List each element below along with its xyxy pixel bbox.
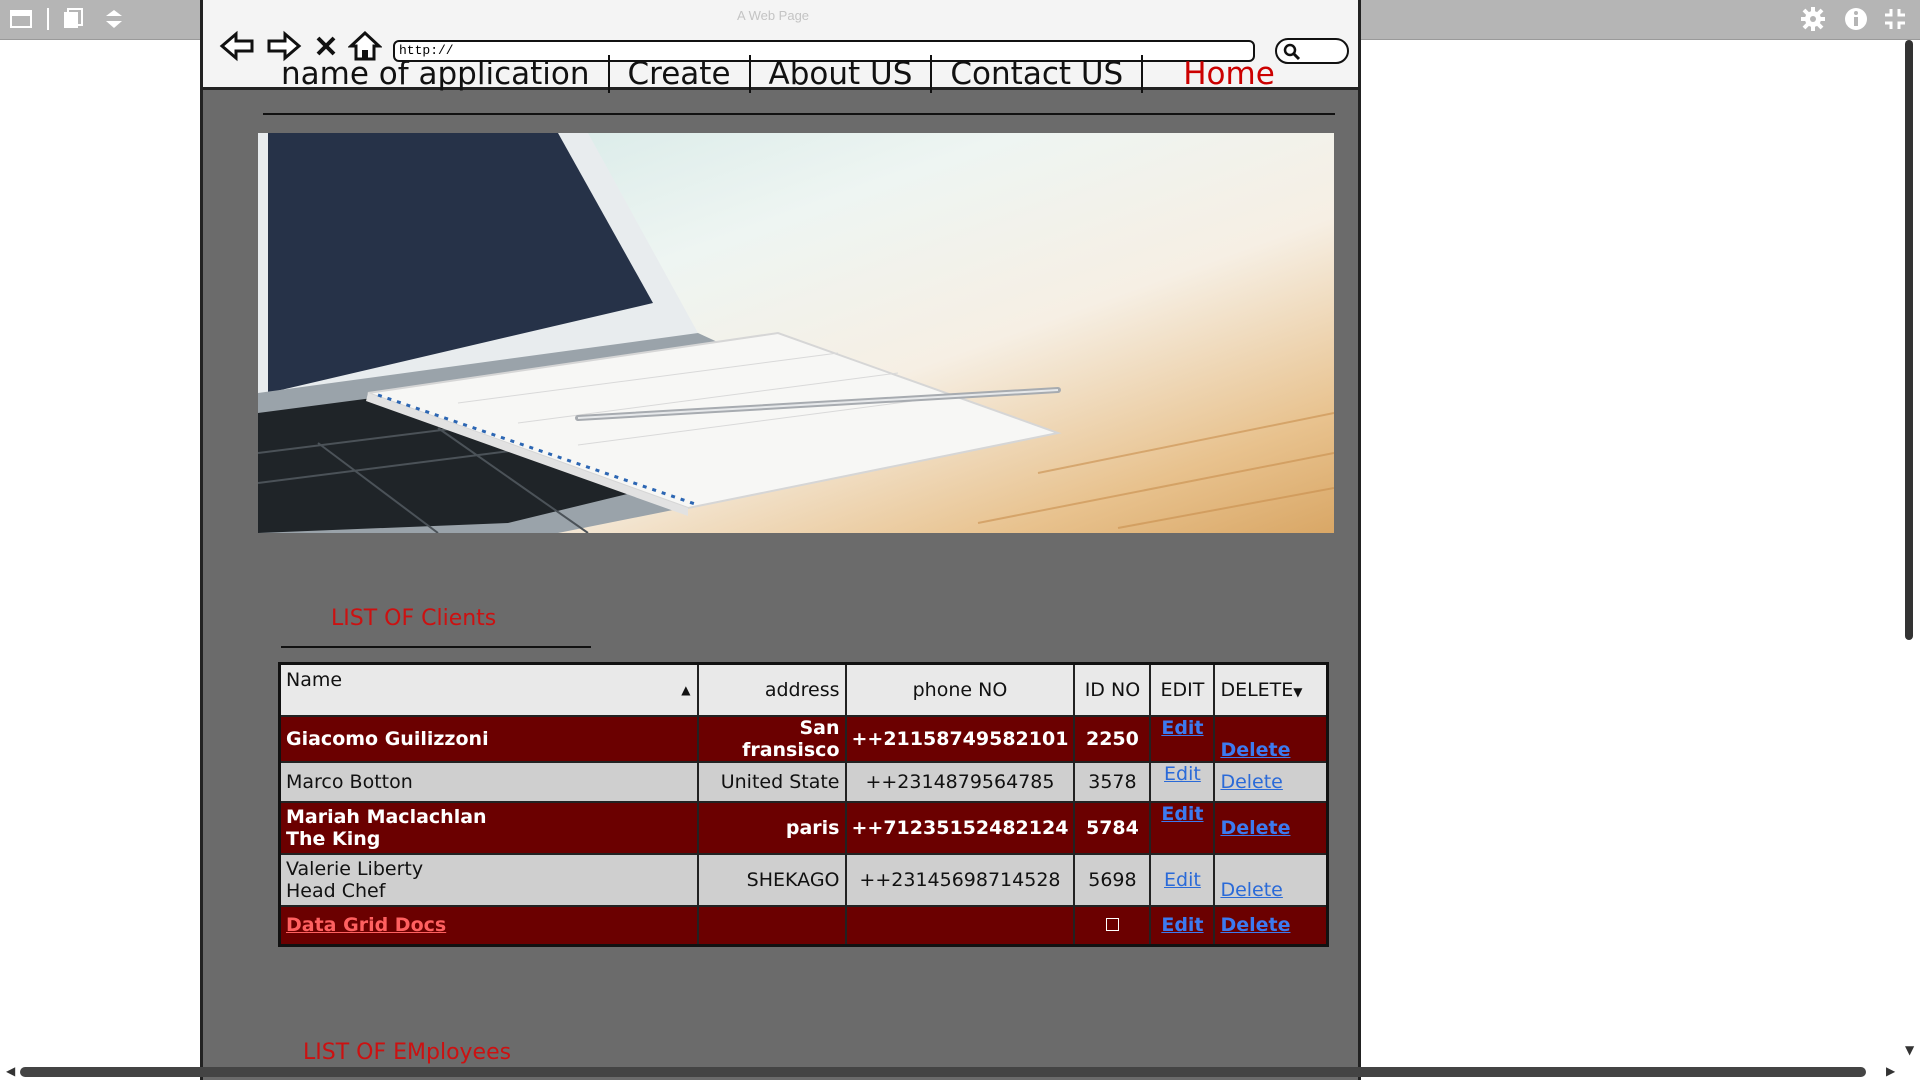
info-icon[interactable] bbox=[1843, 6, 1869, 32]
cell-address: San fransisco bbox=[696, 714, 847, 763]
col-address-header[interactable]: address bbox=[696, 662, 847, 717]
web-page-mockup: A Web Page http:// name of application C… bbox=[200, 0, 1361, 1080]
cell-id: 2250 bbox=[1073, 714, 1152, 763]
cell-id: 3578 bbox=[1073, 760, 1152, 803]
col-edit-header[interactable]: EDIT bbox=[1149, 662, 1216, 717]
exit-fullscreen-icon[interactable] bbox=[1882, 6, 1908, 32]
cell-id: 5784 bbox=[1073, 800, 1152, 855]
table-row[interactable]: Giacomo Guilizzoni San fransisco ++21158… bbox=[278, 714, 1329, 763]
delete-link[interactable]: Delete bbox=[1220, 879, 1282, 901]
scroll-left-arrow-icon[interactable]: ◀ bbox=[6, 1064, 15, 1078]
browser-header: A Web Page http:// name of application C… bbox=[203, 0, 1358, 93]
row-checkbox[interactable] bbox=[1105, 918, 1119, 932]
col-delete-label: DELETE bbox=[1220, 678, 1294, 701]
cell-address: SHEKAGO bbox=[696, 852, 847, 907]
col-id-header[interactable]: ID NO bbox=[1073, 662, 1152, 717]
cell-name: Valerie Liberty Head Chef bbox=[278, 852, 699, 907]
delete-link[interactable]: Delete bbox=[1220, 771, 1282, 793]
delete-link[interactable]: Delete bbox=[1220, 739, 1290, 761]
cell-address: paris bbox=[696, 800, 847, 855]
nav-contact[interactable]: Contact US bbox=[932, 56, 1141, 92]
cell-name-line1: Mariah Maclachlan bbox=[286, 805, 487, 828]
table-row[interactable]: Mariah Maclachlan The King paris ++71235… bbox=[278, 800, 1329, 855]
edit-link[interactable]: Edit bbox=[1164, 869, 1201, 891]
grid-header-row: Name ▲ address phone NO ID NO EDIT DELET… bbox=[278, 662, 1329, 717]
hero-image bbox=[258, 133, 1334, 533]
table-row[interactable]: Marco Botton United State ++231487956478… bbox=[278, 760, 1329, 803]
back-arrow-icon[interactable] bbox=[218, 30, 256, 62]
cell-name-line2: The King bbox=[286, 827, 381, 850]
cell-name: Mariah Maclachlan The King bbox=[278, 800, 699, 855]
data-grid-docs-link[interactable]: Data Grid Docs bbox=[286, 914, 446, 936]
cell-name-line1: Valerie Liberty bbox=[286, 857, 424, 880]
scroll-right-arrow-icon[interactable]: ▶ bbox=[1886, 1064, 1895, 1078]
col-name-label: Name bbox=[286, 669, 343, 691]
table-row[interactable]: Valerie Liberty Head Chef SHEKAGO ++2314… bbox=[278, 852, 1329, 907]
delete-link[interactable]: Delete bbox=[1220, 914, 1290, 936]
col-name-header[interactable]: Name ▲ bbox=[278, 662, 699, 717]
table-row[interactable]: Data Grid Docs Edit Delete bbox=[278, 904, 1329, 947]
cell-id: 5698 bbox=[1073, 852, 1152, 907]
browser-caption: A Web Page bbox=[737, 8, 810, 23]
cell-name-line2: Head Chef bbox=[286, 879, 386, 902]
clients-data-grid: Name ▲ address phone NO ID NO EDIT DELET… bbox=[278, 662, 1329, 947]
cell-address: United State bbox=[696, 760, 847, 803]
nav-about[interactable]: About US bbox=[751, 56, 931, 92]
sort-ascending-icon[interactable]: ▲ bbox=[681, 683, 690, 697]
cell-phone: ++21158749582101 bbox=[844, 714, 1076, 763]
cell-id bbox=[1073, 904, 1152, 947]
dropdown-caret-icon[interactable]: ▼ bbox=[1293, 685, 1302, 699]
delete-link[interactable]: Delete bbox=[1220, 817, 1290, 839]
edit-link[interactable]: Edit bbox=[1161, 803, 1203, 825]
edit-link[interactable]: Edit bbox=[1161, 914, 1203, 936]
vertical-scrollbar-thumb[interactable] bbox=[1905, 40, 1913, 640]
cell-phone: ++71235152482124 bbox=[844, 800, 1076, 855]
cell-name: Marco Botton bbox=[278, 760, 699, 803]
clients-heading-underline bbox=[281, 646, 591, 648]
cell-phone bbox=[844, 904, 1076, 947]
cell-name: Giacomo Guilizzoni bbox=[278, 714, 699, 763]
nav-home[interactable]: Home bbox=[1143, 56, 1293, 92]
horizontal-scrollbar-thumb[interactable] bbox=[20, 1067, 1866, 1077]
employees-heading: LIST OF EMployees bbox=[303, 1040, 512, 1065]
scroll-down-arrow-icon[interactable]: ▼ bbox=[1905, 1043, 1914, 1057]
edit-link[interactable]: Edit bbox=[1161, 717, 1203, 739]
nav-app-name[interactable]: name of application bbox=[263, 56, 608, 92]
top-nav: name of application Create About US Cont… bbox=[263, 55, 1293, 93]
cell-phone: ++2314879564785 bbox=[844, 760, 1076, 803]
header-divider bbox=[263, 113, 1335, 115]
gear-icon[interactable] bbox=[1800, 6, 1826, 32]
cell-name: Data Grid Docs bbox=[278, 904, 699, 947]
laptop-notebook-illustration bbox=[258, 133, 1334, 533]
edit-link[interactable]: Edit bbox=[1164, 763, 1201, 785]
col-delete-header[interactable]: DELETE▼ bbox=[1213, 662, 1329, 717]
nav-create[interactable]: Create bbox=[610, 56, 749, 92]
col-phone-header[interactable]: phone NO bbox=[844, 662, 1076, 717]
cell-address bbox=[696, 904, 847, 947]
clients-heading: LIST OF Clients bbox=[331, 606, 497, 631]
cell-phone: ++23145698714528 bbox=[844, 852, 1076, 907]
